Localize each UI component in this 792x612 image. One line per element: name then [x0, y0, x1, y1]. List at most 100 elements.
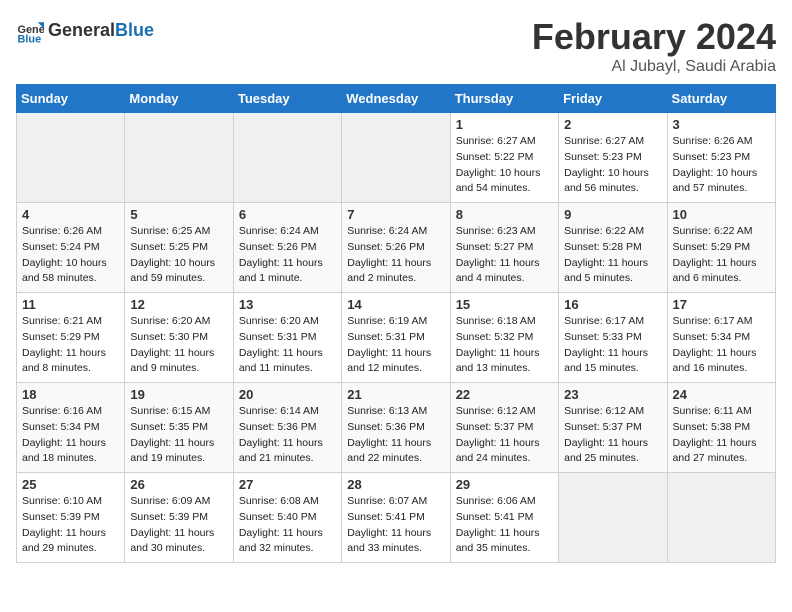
location-title: Al Jubayl, Saudi Arabia	[532, 58, 776, 76]
table-row: 21 Sunrise: 6:13 AMSunset: 5:36 PMDayligh…	[342, 383, 450, 473]
table-row: 9 Sunrise: 6:22 AMSunset: 5:28 PMDaylight…	[559, 203, 667, 293]
page-header: General Blue GeneralBlue February 2024 A…	[16, 16, 776, 76]
calendar-week-row: 25Sunrise: 6:10 AMSunset: 5:39 PMDayligh…	[17, 473, 776, 563]
day-info: Sunrise: 6:07 AMSunset: 5:41 PMDaylight:…	[347, 494, 444, 557]
day-number: 26	[130, 477, 227, 492]
day-number: 27	[239, 477, 336, 492]
month-title: February 2024	[532, 16, 776, 58]
table-row: 19 Sunrise: 6:15 AMSunset: 5:35 PMDayligh…	[125, 383, 233, 473]
day-info: Sunrise: 6:17 AMSunset: 5:33 PMDaylight:…	[564, 314, 661, 377]
table-row: 2 Sunrise: 6:27 AMSunset: 5:23 PMDaylight…	[559, 113, 667, 203]
logo: General Blue GeneralBlue	[16, 16, 154, 44]
day-number: 6	[239, 207, 336, 222]
logo-blue: Blue	[115, 20, 154, 41]
header-saturday: Saturday	[667, 85, 775, 113]
calendar-week-row: 18 Sunrise: 6:16 AMSunset: 5:34 PMDayligh…	[17, 383, 776, 473]
table-row: 20 Sunrise: 6:14 AMSunset: 5:36 PMDayligh…	[233, 383, 341, 473]
table-row: 17Sunrise: 6:17 AMSunset: 5:34 PMDayligh…	[667, 293, 775, 383]
svg-text:Blue: Blue	[18, 33, 42, 44]
day-number: 2	[564, 117, 661, 132]
table-row: 5 Sunrise: 6:25 AMSunset: 5:25 PMDaylight…	[125, 203, 233, 293]
day-info: Sunrise: 6:27 AMSunset: 5:22 PMDaylight:…	[456, 134, 553, 197]
day-number: 25	[22, 477, 119, 492]
day-number: 29	[456, 477, 553, 492]
day-number: 14	[347, 297, 444, 312]
table-row: 3Sunrise: 6:26 AMSunset: 5:23 PMDaylight…	[667, 113, 775, 203]
day-info: Sunrise: 6:23 AMSunset: 5:27 PMDaylight:…	[456, 224, 553, 287]
table-row: 7 Sunrise: 6:24 AMSunset: 5:26 PMDaylight…	[342, 203, 450, 293]
table-row	[559, 473, 667, 563]
day-info: Sunrise: 6:20 AMSunset: 5:31 PMDaylight:…	[239, 314, 336, 377]
header-wednesday: Wednesday	[342, 85, 450, 113]
day-info: Sunrise: 6:24 AMSunset: 5:26 PMDaylight:…	[239, 224, 336, 287]
table-row: 13Sunrise: 6:20 AMSunset: 5:31 PMDayligh…	[233, 293, 341, 383]
calendar-week-row: 11 Sunrise: 6:21 AMSunset: 5:29 PMDayligh…	[17, 293, 776, 383]
day-number: 3	[673, 117, 770, 132]
day-info: Sunrise: 6:19 AMSunset: 5:31 PMDaylight:…	[347, 314, 444, 377]
table-row: 28 Sunrise: 6:07 AMSunset: 5:41 PMDayligh…	[342, 473, 450, 563]
logo-general: General	[48, 20, 115, 41]
day-number: 8	[456, 207, 553, 222]
calendar-table: Sunday Monday Tuesday Wednesday Thursday…	[16, 84, 776, 563]
day-number: 5	[130, 207, 227, 222]
table-row: 26 Sunrise: 6:09 AMSunset: 5:39 PMDayligh…	[125, 473, 233, 563]
day-info: Sunrise: 6:24 AMSunset: 5:26 PMDaylight:…	[347, 224, 444, 287]
table-row: 1Sunrise: 6:27 AMSunset: 5:22 PMDaylight…	[450, 113, 558, 203]
table-row: 22 Sunrise: 6:12 AMSunset: 5:37 PMDayligh…	[450, 383, 558, 473]
weekday-header-row: Sunday Monday Tuesday Wednesday Thursday…	[17, 85, 776, 113]
table-row	[17, 113, 125, 203]
day-info: Sunrise: 6:11 AMSunset: 5:38 PMDaylight:…	[673, 404, 770, 467]
table-row: 27Sunrise: 6:08 AMSunset: 5:40 PMDayligh…	[233, 473, 341, 563]
day-number: 9	[564, 207, 661, 222]
day-number: 21	[347, 387, 444, 402]
day-info: Sunrise: 6:15 AMSunset: 5:35 PMDaylight:…	[130, 404, 227, 467]
table-row: 12 Sunrise: 6:20 AMSunset: 5:30 PMDayligh…	[125, 293, 233, 383]
day-number: 23	[564, 387, 661, 402]
day-number: 4	[22, 207, 119, 222]
table-row: 8 Sunrise: 6:23 AMSunset: 5:27 PMDaylight…	[450, 203, 558, 293]
day-info: Sunrise: 6:25 AMSunset: 5:25 PMDaylight:…	[130, 224, 227, 287]
table-row	[667, 473, 775, 563]
day-number: 28	[347, 477, 444, 492]
day-number: 11	[22, 297, 119, 312]
table-row: 18 Sunrise: 6:16 AMSunset: 5:34 PMDayligh…	[17, 383, 125, 473]
day-number: 24	[673, 387, 770, 402]
day-info: Sunrise: 6:27 AMSunset: 5:23 PMDaylight:…	[564, 134, 661, 197]
table-row: 16Sunrise: 6:17 AMSunset: 5:33 PMDayligh…	[559, 293, 667, 383]
table-row	[125, 113, 233, 203]
day-info: Sunrise: 6:12 AMSunset: 5:37 PMDaylight:…	[456, 404, 553, 467]
day-info: Sunrise: 6:09 AMSunset: 5:39 PMDaylight:…	[130, 494, 227, 557]
header-tuesday: Tuesday	[233, 85, 341, 113]
day-info: Sunrise: 6:26 AMSunset: 5:24 PMDaylight:…	[22, 224, 119, 287]
day-info: Sunrise: 6:22 AMSunset: 5:29 PMDaylight:…	[673, 224, 770, 287]
day-number: 18	[22, 387, 119, 402]
table-row: 25Sunrise: 6:10 AMSunset: 5:39 PMDayligh…	[17, 473, 125, 563]
logo-icon: General Blue	[16, 16, 44, 44]
header-monday: Monday	[125, 85, 233, 113]
day-info: Sunrise: 6:18 AMSunset: 5:32 PMDaylight:…	[456, 314, 553, 377]
table-row: 11 Sunrise: 6:21 AMSunset: 5:29 PMDayligh…	[17, 293, 125, 383]
title-area: February 2024 Al Jubayl, Saudi Arabia	[532, 16, 776, 76]
table-row: 14 Sunrise: 6:19 AMSunset: 5:31 PMDayligh…	[342, 293, 450, 383]
day-info: Sunrise: 6:21 AMSunset: 5:29 PMDaylight:…	[22, 314, 119, 377]
day-info: Sunrise: 6:20 AMSunset: 5:30 PMDaylight:…	[130, 314, 227, 377]
day-number: 22	[456, 387, 553, 402]
day-info: Sunrise: 6:22 AMSunset: 5:28 PMDaylight:…	[564, 224, 661, 287]
day-number: 20	[239, 387, 336, 402]
table-row: 29Sunrise: 6:06 AMSunset: 5:41 PMDayligh…	[450, 473, 558, 563]
table-row: 24 Sunrise: 6:11 AMSunset: 5:38 PMDayligh…	[667, 383, 775, 473]
day-number: 12	[130, 297, 227, 312]
header-friday: Friday	[559, 85, 667, 113]
day-info: Sunrise: 6:12 AMSunset: 5:37 PMDaylight:…	[564, 404, 661, 467]
day-info: Sunrise: 6:14 AMSunset: 5:36 PMDaylight:…	[239, 404, 336, 467]
day-number: 19	[130, 387, 227, 402]
table-row: 23 Sunrise: 6:12 AMSunset: 5:37 PMDayligh…	[559, 383, 667, 473]
table-row: 15Sunrise: 6:18 AMSunset: 5:32 PMDayligh…	[450, 293, 558, 383]
day-number: 7	[347, 207, 444, 222]
table-row: 4 Sunrise: 6:26 AMSunset: 5:24 PMDaylight…	[17, 203, 125, 293]
header-sunday: Sunday	[17, 85, 125, 113]
day-info: Sunrise: 6:16 AMSunset: 5:34 PMDaylight:…	[22, 404, 119, 467]
day-number: 10	[673, 207, 770, 222]
day-info: Sunrise: 6:13 AMSunset: 5:36 PMDaylight:…	[347, 404, 444, 467]
table-row: 10 Sunrise: 6:22 AMSunset: 5:29 PMDayligh…	[667, 203, 775, 293]
